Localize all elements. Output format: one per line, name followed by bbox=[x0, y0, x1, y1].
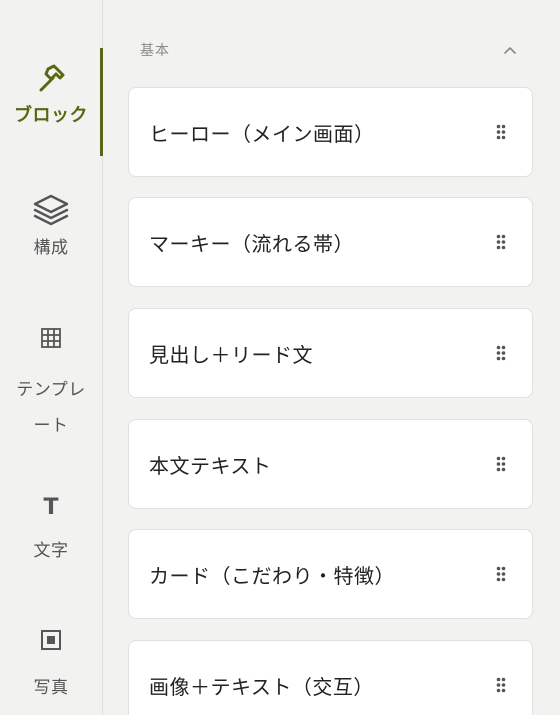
text-t-icon: T bbox=[43, 494, 59, 520]
block-card[interactable]: ヒーロー（メイン画面） bbox=[128, 87, 533, 177]
block-card[interactable]: マーキー（流れる帯） bbox=[128, 197, 533, 287]
block-card-label: ヒーロー（メイン画面） bbox=[149, 121, 375, 146]
drag-handle-icon[interactable] bbox=[496, 345, 506, 361]
layers-icon bbox=[32, 190, 70, 230]
rail-item-label: テンプレート bbox=[16, 380, 86, 436]
section-header[interactable]: 基本 bbox=[140, 40, 520, 60]
section-title: 基本 bbox=[140, 43, 170, 59]
rail-item-label: 構成 bbox=[33, 238, 69, 258]
rail-item-photo[interactable]: 写真 bbox=[0, 620, 102, 706]
hammer-icon bbox=[34, 58, 68, 98]
block-card[interactable]: 本文テキスト bbox=[128, 419, 533, 509]
rail-item-label: 写真 bbox=[33, 678, 69, 698]
block-card-label: マーキー（流れる帯） bbox=[149, 231, 354, 256]
rail-item-template[interactable]: テンプレート bbox=[0, 318, 102, 444]
rail-item-label: ブロック bbox=[14, 105, 88, 126]
grid-icon bbox=[40, 318, 62, 358]
rail-item-structure[interactable]: 構成 bbox=[0, 190, 102, 266]
rail-item-block[interactable]: ブロック bbox=[0, 58, 102, 134]
rail-item-text[interactable]: T 文字 bbox=[0, 487, 102, 569]
chevron-up-icon[interactable] bbox=[500, 40, 520, 60]
app: ブロック 構成 テンプレート T 文字 写真 基本 ヒーロー（メイン画面） マー… bbox=[0, 0, 560, 715]
side-rail: ブロック 構成 テンプレート T 文字 写真 bbox=[0, 0, 103, 715]
block-panel: 基本 ヒーロー（メイン画面） マーキー（流れる帯） 見出し＋リード文 本文テキス… bbox=[103, 0, 560, 715]
drag-handle-icon[interactable] bbox=[496, 456, 506, 472]
block-card[interactable]: 見出し＋リード文 bbox=[128, 308, 533, 398]
rail-item-label: 文字 bbox=[33, 541, 69, 561]
drag-handle-icon[interactable] bbox=[496, 234, 506, 250]
block-card[interactable]: 画像＋テキスト（交互） bbox=[128, 640, 533, 715]
block-card-label: 見出し＋リード文 bbox=[149, 342, 313, 367]
block-card-label: 本文テキスト bbox=[149, 453, 272, 478]
block-card-label: 画像＋テキスト（交互） bbox=[149, 674, 374, 699]
block-card-label: カード（こだわり・特徴） bbox=[149, 563, 395, 588]
drag-handle-icon[interactable] bbox=[496, 677, 506, 693]
drag-handle-icon[interactable] bbox=[496, 566, 506, 582]
image-square-icon bbox=[40, 620, 62, 660]
block-card[interactable]: カード（こだわり・特徴） bbox=[128, 529, 533, 619]
drag-handle-icon[interactable] bbox=[496, 124, 506, 140]
